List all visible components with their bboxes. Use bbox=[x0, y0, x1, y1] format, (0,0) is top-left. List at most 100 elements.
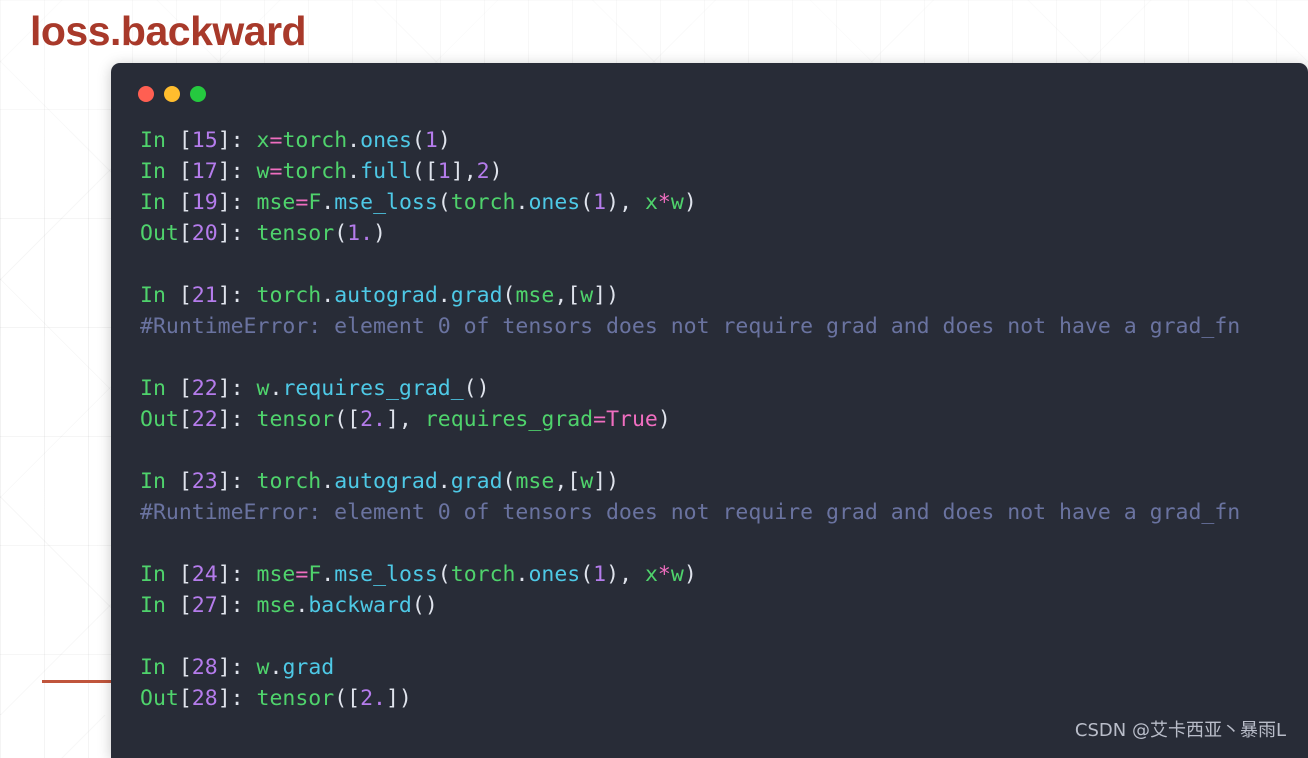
console-prompt-label: In bbox=[140, 376, 179, 401]
console-token: w bbox=[670, 562, 684, 587]
console-line-in-17: In [17]: w=torch.full([1],2) bbox=[140, 156, 1308, 187]
console-token: True bbox=[606, 407, 658, 432]
console-prompt-bracket-close: ]: bbox=[217, 469, 257, 494]
console-prompt-label: In bbox=[140, 159, 179, 184]
console-token: ]) bbox=[385, 686, 412, 711]
console-line-out-20: Out[20]: tensor(1.) bbox=[140, 218, 1308, 249]
console-token: 1 bbox=[593, 190, 607, 215]
console-token: . bbox=[347, 159, 361, 184]
console-token: w bbox=[256, 159, 270, 184]
console-token: w bbox=[670, 190, 684, 215]
console-prompt-bracket-open: [ bbox=[178, 190, 192, 215]
console-token: mse bbox=[256, 562, 296, 587]
console-token: ( bbox=[411, 128, 425, 153]
console-token: tensor bbox=[256, 407, 335, 432]
console-token: = bbox=[269, 128, 283, 153]
console-line-in-23: In [23]: torch.autograd.grad(mse,[w]) bbox=[140, 466, 1308, 497]
console-token: . bbox=[295, 593, 309, 618]
console-prompt-bracket-open: [ bbox=[178, 159, 192, 184]
console-line-comment-21: #RuntimeError: element 0 of tensors does… bbox=[140, 311, 1308, 342]
console-output-area[interactable]: In [15]: x=torch.ones(1) In [17]: w=torch… bbox=[111, 125, 1308, 714]
console-token: ]) bbox=[593, 469, 620, 494]
console-token: torch bbox=[256, 283, 322, 308]
console-prompt-number: 27 bbox=[191, 593, 218, 618]
console-token: ones bbox=[528, 190, 581, 215]
console-prompt-label: Out bbox=[140, 686, 179, 711]
console-token: ) bbox=[683, 562, 697, 587]
console-token: ) bbox=[489, 159, 503, 184]
maximize-button-icon[interactable] bbox=[190, 86, 206, 102]
page-title: loss.backward bbox=[30, 8, 307, 54]
console-token: w bbox=[256, 655, 270, 680]
console-token: x bbox=[256, 128, 270, 153]
console-token: mse_loss bbox=[334, 562, 438, 587]
minimize-button-icon[interactable] bbox=[164, 86, 180, 102]
console-prompt-label: In bbox=[140, 655, 179, 680]
console-token: F bbox=[308, 190, 322, 215]
console-token: 1 bbox=[593, 562, 607, 587]
console-token: full bbox=[360, 159, 412, 184]
console-prompt-label: In bbox=[140, 190, 179, 215]
console-token: ], bbox=[385, 407, 425, 432]
console-token: mse bbox=[256, 593, 296, 618]
console-token: torch bbox=[256, 469, 322, 494]
console-prompt-number: 19 bbox=[191, 190, 218, 215]
console-token: grad bbox=[282, 655, 335, 680]
watermark: CSDN @艾卡西亚丶暴雨L bbox=[1074, 720, 1286, 741]
console-token: = bbox=[269, 159, 283, 184]
console-token: ones bbox=[528, 562, 581, 587]
console-token: requires_grad bbox=[424, 407, 594, 432]
console-token: 1 bbox=[424, 128, 438, 153]
console-prompt-number: 22 bbox=[191, 407, 218, 432]
console-prompt-label: In bbox=[140, 283, 179, 308]
console-token: backward bbox=[308, 593, 412, 618]
console-token: ones bbox=[360, 128, 412, 153]
console-titlebar bbox=[111, 63, 1308, 125]
console-prompt-bracket-open: [ bbox=[178, 469, 192, 494]
console-line-comment-23: #RuntimeError: element 0 of tensors does… bbox=[140, 497, 1308, 528]
console-prompt-label: Out bbox=[140, 407, 179, 432]
console-comment-text: #RuntimeError: element 0 of tensors does… bbox=[140, 314, 1241, 339]
console-token: . bbox=[515, 190, 529, 215]
console-token: . bbox=[321, 190, 335, 215]
console-token: 2. bbox=[360, 407, 386, 432]
console-token: ]) bbox=[593, 283, 620, 308]
console-prompt-bracket-open: [ bbox=[178, 407, 192, 432]
console-prompt-bracket-close: ]: bbox=[217, 686, 257, 711]
close-button-icon[interactable] bbox=[138, 86, 154, 102]
console-token: grad bbox=[450, 469, 503, 494]
console-token: ([ bbox=[334, 686, 361, 711]
console-token: () bbox=[463, 376, 490, 401]
console-prompt-bracket-close: ]: bbox=[217, 593, 257, 618]
console-token: torch bbox=[450, 190, 516, 215]
console-token: torch bbox=[450, 562, 516, 587]
console-prompt-label: In bbox=[140, 562, 179, 587]
console-token: ) bbox=[373, 221, 386, 246]
console-token: = bbox=[295, 562, 309, 587]
console-prompt-bracket-close: ]: bbox=[217, 159, 257, 184]
console-token: * bbox=[657, 562, 671, 587]
console-prompt-number: 28 bbox=[191, 686, 218, 711]
console-prompt-bracket-open: [ bbox=[178, 593, 192, 618]
console-token: w bbox=[580, 469, 594, 494]
console-token: . bbox=[269, 655, 283, 680]
console-token: ( bbox=[580, 190, 594, 215]
console-prompt-bracket-open: [ bbox=[178, 376, 192, 401]
console-line-in-19: In [19]: mse=F.mse_loss(torch.ones(1), x… bbox=[140, 187, 1308, 218]
console-line-in-15: In [15]: x=torch.ones(1) bbox=[140, 125, 1308, 156]
console-token: ,[ bbox=[554, 283, 581, 308]
console-prompt-bracket-open: [ bbox=[178, 221, 192, 246]
console-comment-text: #RuntimeError: element 0 of tensors does… bbox=[140, 500, 1241, 525]
console-token: . bbox=[437, 283, 451, 308]
console-prompt-label: In bbox=[140, 469, 179, 494]
console-prompt-bracket-close: ]: bbox=[217, 190, 257, 215]
console-token: ), bbox=[606, 190, 645, 215]
console-token: autograd bbox=[334, 283, 438, 308]
console-token: ], bbox=[450, 159, 477, 184]
console-prompt-bracket-close: ]: bbox=[217, 562, 257, 587]
console-token: ( bbox=[502, 283, 516, 308]
